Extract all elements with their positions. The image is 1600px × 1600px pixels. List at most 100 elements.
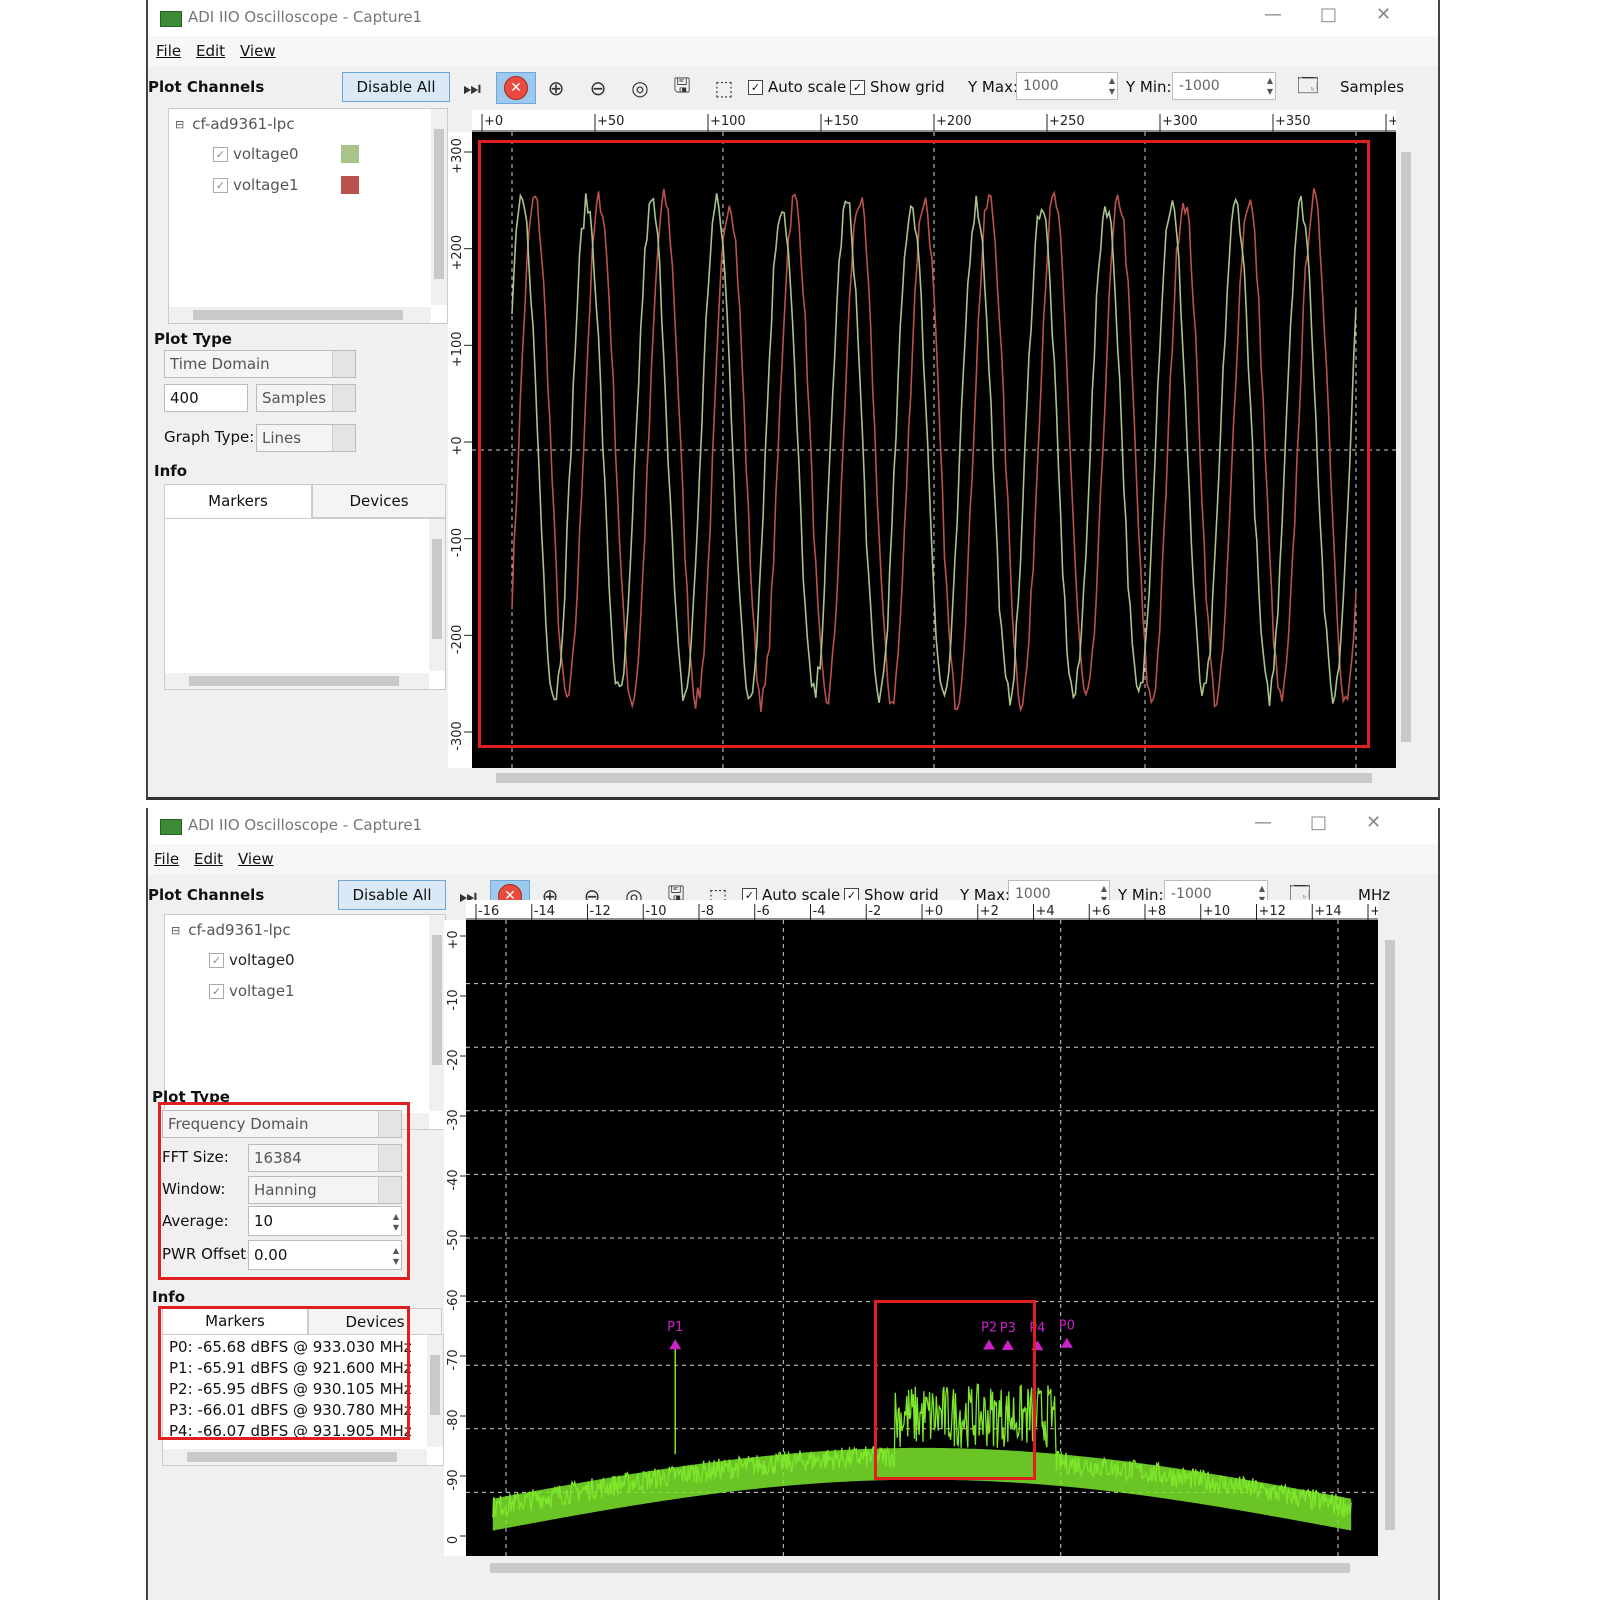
plot-type-label: Plot Type bbox=[154, 330, 232, 348]
tab-markers[interactable]: Markers bbox=[164, 484, 312, 518]
pwr-offset-input[interactable]: 0.00 ▲ ▼ bbox=[248, 1240, 402, 1270]
marker-label: P0 bbox=[1059, 1319, 1075, 1334]
scroll-thumb[interactable] bbox=[434, 129, 444, 279]
horizontal-scrollbar[interactable] bbox=[163, 1449, 427, 1465]
domain-select[interactable]: Frequency Domain bbox=[162, 1110, 402, 1138]
y-tick-label: +100 bbox=[450, 331, 465, 367]
channel-voltage1[interactable]: ✓ voltage1 bbox=[209, 982, 295, 1000]
minimize-icon[interactable]: — bbox=[1264, 4, 1282, 25]
spin-arrows-icon[interactable]: ▲▼ bbox=[393, 1245, 399, 1267]
graph-type-select[interactable]: Lines bbox=[256, 424, 356, 452]
save-plot-icon[interactable]: 🖫 bbox=[666, 72, 698, 104]
average-input[interactable]: 10 ▲ ▼ bbox=[248, 1206, 402, 1236]
disable-all-button[interactable]: Disable All bbox=[338, 880, 446, 910]
maximize-icon[interactable]: □ bbox=[1320, 4, 1337, 25]
plot-horizontal-scrollbar[interactable] bbox=[472, 770, 1396, 786]
x-tick-label: -12 bbox=[590, 904, 611, 919]
zoom-in-icon[interactable]: ⊕ bbox=[540, 72, 572, 104]
spin-arrows-icon[interactable]: ▲▼ bbox=[1109, 75, 1115, 97]
voltage1-color-swatch[interactable] bbox=[341, 176, 359, 194]
time-domain-plot[interactable] bbox=[472, 132, 1396, 768]
vertical-scrollbar[interactable] bbox=[429, 915, 445, 1111]
step-forward-icon[interactable]: ⏭ bbox=[456, 72, 488, 104]
x-tick-label: +100 bbox=[710, 114, 746, 129]
scroll-thumb[interactable] bbox=[189, 676, 399, 686]
tab-markers[interactable]: Markers bbox=[162, 1308, 308, 1336]
x-tick-label: -16 bbox=[478, 904, 499, 919]
scroll-thumb[interactable] bbox=[430, 1355, 440, 1415]
vertical-scrollbar[interactable] bbox=[431, 109, 447, 305]
average-value: 10 bbox=[254, 1212, 274, 1230]
menu-file[interactable]: File bbox=[154, 850, 179, 868]
scroll-thumb[interactable] bbox=[1385, 940, 1395, 1530]
tab-devices[interactable]: Devices bbox=[312, 484, 446, 518]
channel-voltage0[interactable]: ✓ voltage0 bbox=[213, 145, 299, 163]
minimize-icon[interactable]: — bbox=[1254, 812, 1272, 833]
zoom-fit-icon[interactable]: ◎ bbox=[624, 72, 656, 104]
show-grid-checkbox[interactable]: ✓ Show grid bbox=[850, 78, 945, 96]
scroll-thumb[interactable] bbox=[490, 1563, 1350, 1573]
vertical-scrollbar[interactable] bbox=[427, 1335, 443, 1447]
ymax-input[interactable]: 1000 ▲▼ bbox=[1016, 72, 1118, 100]
x-tick-label: +16 bbox=[1370, 904, 1378, 919]
menu-view[interactable]: View bbox=[240, 42, 276, 60]
vertical-scrollbar[interactable] bbox=[429, 519, 445, 671]
fullscreen-icon[interactable]: ⬚ bbox=[708, 72, 740, 104]
checkbox-checked-icon[interactable]: ✓ bbox=[209, 952, 224, 968]
close-icon[interactable]: ✕ bbox=[1366, 812, 1381, 833]
x-tick-label: +8 bbox=[1147, 904, 1166, 919]
channel-label: voltage1 bbox=[229, 982, 295, 1000]
ymin-label: Y Min: bbox=[1126, 78, 1172, 96]
stop-button[interactable]: ✕ bbox=[496, 72, 536, 104]
collapse-icon[interactable]: ⊟ bbox=[175, 118, 184, 131]
samples-count-input[interactable]: 400 bbox=[164, 384, 248, 412]
plot-horizontal-scrollbar[interactable] bbox=[466, 1560, 1378, 1576]
window-value: Hanning bbox=[254, 1181, 317, 1199]
checkbox-checked-icon[interactable]: ✓ bbox=[213, 146, 228, 162]
maximize-icon[interactable]: □ bbox=[1310, 812, 1327, 833]
menu-file[interactable]: File bbox=[156, 42, 181, 60]
window-select[interactable]: Hanning bbox=[248, 1176, 402, 1204]
channel-voltage1[interactable]: ✓ voltage1 bbox=[213, 176, 299, 194]
device-node[interactable]: ⊟ cf-ad9361-lpc bbox=[171, 921, 291, 939]
stop-icon: ✕ bbox=[504, 76, 528, 100]
auto-scale-checkbox[interactable]: ✓ Auto scale bbox=[748, 78, 846, 96]
plot-vertical-scrollbar[interactable] bbox=[1382, 920, 1398, 1556]
add-plot-icon[interactable]: 🗔 bbox=[1292, 72, 1324, 104]
horizontal-scrollbar[interactable] bbox=[165, 673, 429, 689]
checkbox-checked-icon[interactable]: ✓ bbox=[209, 983, 224, 999]
samples-unit-select[interactable]: Samples bbox=[256, 384, 356, 412]
scroll-thumb[interactable] bbox=[432, 935, 442, 1065]
ymin-input[interactable]: -1000 ▲▼ bbox=[1172, 72, 1276, 100]
menu-edit[interactable]: Edit bbox=[196, 42, 225, 60]
spin-arrows-icon[interactable]: ▲▼ bbox=[393, 1211, 399, 1233]
scroll-thumb[interactable] bbox=[187, 1452, 397, 1462]
scroll-thumb[interactable] bbox=[432, 539, 442, 639]
tab-devices[interactable]: Devices bbox=[308, 1308, 442, 1336]
checkbox-checked-icon[interactable]: ✓ bbox=[213, 177, 228, 193]
fft-size-select[interactable]: 16384 bbox=[248, 1144, 402, 1172]
menu-view[interactable]: View bbox=[238, 850, 274, 868]
y-axis-ticks: +300 +200 +100 +0 -100 -200 -300 bbox=[450, 138, 472, 751]
auto-scale-label: Auto scale bbox=[768, 78, 847, 96]
scroll-thumb[interactable] bbox=[496, 773, 1372, 783]
disable-all-button[interactable]: Disable All bbox=[342, 72, 450, 102]
scroll-thumb[interactable] bbox=[193, 310, 403, 320]
frequency-domain-plot[interactable]: P1 P2 P3 P4 P0 bbox=[466, 920, 1378, 1556]
spin-arrows-icon[interactable]: ▲▼ bbox=[1267, 75, 1273, 97]
device-node[interactable]: ⊟ cf-ad9361-lpc bbox=[175, 115, 295, 133]
channel-voltage0[interactable]: ✓ voltage0 bbox=[209, 951, 295, 969]
plot-vertical-scrollbar[interactable] bbox=[1398, 132, 1414, 768]
y-tick-label: -100 bbox=[450, 528, 465, 558]
voltage0-color-swatch[interactable] bbox=[341, 145, 359, 163]
scroll-thumb[interactable] bbox=[1401, 152, 1411, 742]
marker-triangle bbox=[983, 1339, 996, 1350]
horizontal-scrollbar[interactable] bbox=[169, 307, 431, 323]
marker-p0: P0: -65.68 dBFS @ 933.030 MHz bbox=[169, 1338, 412, 1356]
close-icon[interactable]: ✕ bbox=[1376, 4, 1391, 25]
zoom-out-icon[interactable]: ⊖ bbox=[582, 72, 614, 104]
collapse-icon[interactable]: ⊟ bbox=[171, 924, 180, 937]
domain-select[interactable]: Time Domain bbox=[164, 350, 356, 378]
menu-edit[interactable]: Edit bbox=[194, 850, 223, 868]
x-tick-label: -14 bbox=[534, 904, 555, 919]
